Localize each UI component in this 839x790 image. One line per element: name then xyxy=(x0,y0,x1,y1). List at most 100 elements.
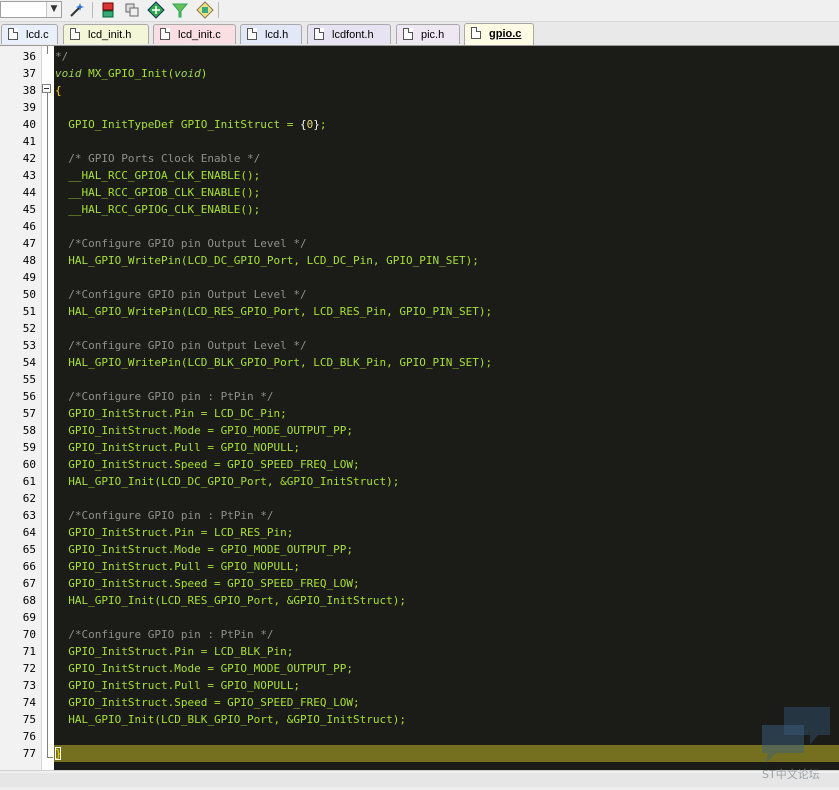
code-line[interactable]: 43 __HAL_RCC_GPIOA_CLK_ENABLE(); xyxy=(0,167,839,184)
target-combo[interactable]: ▼ xyxy=(0,1,62,18)
code-text[interactable]: */ xyxy=(55,48,68,65)
code-text[interactable]: /*Configure GPIO pin : PtPin */ xyxy=(55,626,273,643)
code-text[interactable]: __HAL_RCC_GPIOB_CLK_ENABLE(); xyxy=(55,184,260,201)
code-text[interactable]: HAL_GPIO_WritePin(LCD_DC_GPIO_Port, LCD_… xyxy=(55,252,479,269)
code-line[interactable]: 44 __HAL_RCC_GPIOB_CLK_ENABLE(); xyxy=(0,184,839,201)
code-text[interactable]: GPIO_InitStruct.Pin = LCD_DC_Pin; xyxy=(55,405,287,422)
code-text[interactable]: GPIO_InitStruct.Pull = GPIO_NOPULL; xyxy=(55,439,300,456)
code-line[interactable]: 36 */ xyxy=(0,48,839,65)
line-number: 37 xyxy=(22,67,36,80)
tab-lcd-c[interactable]: lcd.c xyxy=(1,24,58,44)
code-line[interactable]: 59 GPIO_InitStruct.Pull = GPIO_NOPULL; xyxy=(0,439,839,456)
code-line[interactable]: 42 /* GPIO Ports Clock Enable */ xyxy=(0,150,839,167)
code-line[interactable]: 41 xyxy=(0,133,839,150)
code-line[interactable]: 68 HAL_GPIO_Init(LCD_RES_GPIO_Port, &GPI… xyxy=(0,592,839,609)
code-text[interactable]: GPIO_InitStruct.Pull = GPIO_NOPULL; xyxy=(55,677,300,694)
code-line[interactable]: 71 GPIO_InitStruct.Pin = LCD_BLK_Pin; xyxy=(0,643,839,660)
code-text[interactable]: GPIO_InitStruct.Speed = GPIO_SPEED_FREQ_… xyxy=(55,456,359,473)
code-text[interactable]: GPIO_InitTypeDef GPIO_InitStruct = {0}; xyxy=(55,116,326,133)
code-text[interactable]: GPIO_InitStruct.Mode = GPIO_MODE_OUTPUT_… xyxy=(55,660,353,677)
code-line[interactable]: 76 xyxy=(0,728,839,745)
code-line[interactable]: 52 xyxy=(0,320,839,337)
code-text[interactable]: HAL_GPIO_WritePin(LCD_RES_GPIO_Port, LCD… xyxy=(55,303,492,320)
tab-lcd-init-h[interactable]: lcd_init.h xyxy=(63,24,149,44)
code-line[interactable]: 66 GPIO_InitStruct.Pull = GPIO_NOPULL; xyxy=(0,558,839,575)
scrollbar-track[interactable] xyxy=(0,773,839,787)
code-text[interactable]: GPIO_InitStruct.Speed = GPIO_SPEED_FREQ_… xyxy=(55,575,359,592)
code-line[interactable]: 70 /*Configure GPIO pin : PtPin */ xyxy=(0,626,839,643)
code-line[interactable]: 55 xyxy=(0,371,839,388)
code-line[interactable]: 77} xyxy=(0,745,839,762)
horizontal-scrollbar[interactable] xyxy=(0,770,839,790)
code-text[interactable]: /*Configure GPIO pin Output Level */ xyxy=(55,286,306,303)
code-text[interactable]: } xyxy=(55,745,62,762)
code-text[interactable]: /*Configure GPIO pin Output Level */ xyxy=(55,235,306,252)
code-text[interactable]: GPIO_InitStruct.Speed = GPIO_SPEED_FREQ_… xyxy=(55,694,359,711)
code-line[interactable]: 37 void MX_GPIO_Init(void) xyxy=(0,65,839,82)
tab-lcd-h[interactable]: lcd.h xyxy=(240,24,302,44)
code-line[interactable]: 67 GPIO_InitStruct.Speed = GPIO_SPEED_FR… xyxy=(0,575,839,592)
code-line[interactable]: 57 GPIO_InitStruct.Pin = LCD_DC_Pin; xyxy=(0,405,839,422)
code-text[interactable]: GPIO_InitStruct.Mode = GPIO_MODE_OUTPUT_… xyxy=(55,422,353,439)
code-text[interactable]: void MX_GPIO_Init(void) xyxy=(55,65,207,82)
code-line[interactable]: 53 /*Configure GPIO pin Output Level */ xyxy=(0,337,839,354)
code-line[interactable]: 63 /*Configure GPIO pin : PtPin */ xyxy=(0,507,839,524)
code-line[interactable]: 46 xyxy=(0,218,839,235)
code-line[interactable]: 56 /*Configure GPIO pin : PtPin */ xyxy=(0,388,839,405)
code-text[interactable]: HAL_GPIO_Init(LCD_DC_GPIO_Port, &GPIO_In… xyxy=(55,473,399,490)
tab-lcd-init-c[interactable]: lcd_init.c xyxy=(153,24,236,44)
line-number: 65 xyxy=(22,543,36,556)
code-text[interactable]: /*Configure GPIO pin Output Level */ xyxy=(55,337,306,354)
code-line[interactable]: 54 HAL_GPIO_WritePin(LCD_BLK_GPIO_Port, … xyxy=(0,354,839,371)
code-line[interactable]: 61 HAL_GPIO_Init(LCD_DC_GPIO_Port, &GPIO… xyxy=(0,473,839,490)
code-line[interactable]: 47 /*Configure GPIO pin Output Level */ xyxy=(0,235,839,252)
code-text[interactable]: __HAL_RCC_GPIOG_CLK_ENABLE(); xyxy=(55,201,260,218)
code-text[interactable]: HAL_GPIO_Init(LCD_BLK_GPIO_Port, &GPIO_I… xyxy=(55,711,406,728)
code-text[interactable]: { xyxy=(55,82,62,99)
code-line[interactable]: 58 GPIO_InitStruct.Mode = GPIO_MODE_OUTP… xyxy=(0,422,839,439)
overlap-icon[interactable] xyxy=(123,1,141,19)
tab-label: lcd.h xyxy=(265,29,289,41)
code-line[interactable]: 50 /*Configure GPIO pin Output Level */ xyxy=(0,286,839,303)
code-editor[interactable]: 36 */ 37 void MX_GPIO_Init(void) 38 {39 40 GPI… xyxy=(0,46,839,770)
h-file-icon xyxy=(314,28,324,40)
code-line[interactable]: 48 HAL_GPIO_WritePin(LCD_DC_GPIO_Port, L… xyxy=(0,252,839,269)
line-number: 77 xyxy=(22,747,36,760)
code-line[interactable]: 45 __HAL_RCC_GPIOG_CLK_ENABLE(); xyxy=(0,201,839,218)
code-line[interactable]: 49 xyxy=(0,269,839,286)
code-line[interactable]: 51 HAL_GPIO_WritePin(LCD_RES_GPIO_Port, … xyxy=(0,303,839,320)
code-line[interactable]: 74 GPIO_InitStruct.Speed = GPIO_SPEED_FR… xyxy=(0,694,839,711)
code-text[interactable]: GPIO_InitStruct.Pin = LCD_RES_Pin; xyxy=(55,524,293,541)
funnel-icon[interactable] xyxy=(171,1,189,19)
code-text[interactable]: HAL_GPIO_WritePin(LCD_BLK_GPIO_Port, LCD… xyxy=(55,354,492,371)
code-text[interactable]: __HAL_RCC_GPIOA_CLK_ENABLE(); xyxy=(55,167,260,184)
code-line[interactable]: 72 GPIO_InitStruct.Mode = GPIO_MODE_OUTP… xyxy=(0,660,839,677)
code-line[interactable]: 69 xyxy=(0,609,839,626)
code-line[interactable]: 62 xyxy=(0,490,839,507)
tab-lcdfont-h[interactable]: lcdfont.h xyxy=(307,24,391,44)
code-line[interactable]: 40 GPIO_InitTypeDef GPIO_InitStruct = {0… xyxy=(0,116,839,133)
code-text[interactable]: GPIO_InitStruct.Pull = GPIO_NOPULL; xyxy=(55,558,300,575)
code-line[interactable]: 60 GPIO_InitStruct.Speed = GPIO_SPEED_FR… xyxy=(0,456,839,473)
diamond-green-icon[interactable] xyxy=(147,1,165,19)
manage-icon[interactable] xyxy=(196,1,214,19)
chevron-down-icon[interactable]: ▼ xyxy=(46,2,61,17)
c-file-icon xyxy=(471,27,481,39)
code-line[interactable]: 64 GPIO_InitStruct.Pin = LCD_RES_Pin; xyxy=(0,524,839,541)
code-text[interactable]: GPIO_InitStruct.Pin = LCD_BLK_Pin; xyxy=(55,643,293,660)
code-line[interactable]: 75 HAL_GPIO_Init(LCD_BLK_GPIO_Port, &GPI… xyxy=(0,711,839,728)
code-line[interactable]: 39 xyxy=(0,99,839,116)
tab-gpio-c[interactable]: gpio.c xyxy=(464,23,534,45)
code-text[interactable]: HAL_GPIO_Init(LCD_RES_GPIO_Port, &GPIO_I… xyxy=(55,592,406,609)
code-line[interactable]: 65 GPIO_InitStruct.Mode = GPIO_MODE_OUTP… xyxy=(0,541,839,558)
code-text[interactable]: /*Configure GPIO pin : PtPin */ xyxy=(55,507,273,524)
insert-icon[interactable] xyxy=(99,1,117,19)
wizard-icon[interactable] xyxy=(68,1,86,19)
code-text[interactable]: /*Configure GPIO pin : PtPin */ xyxy=(55,388,273,405)
tab-pic-h[interactable]: pic.h xyxy=(396,24,460,44)
line-number: 67 xyxy=(22,577,36,590)
code-text[interactable]: GPIO_InitStruct.Mode = GPIO_MODE_OUTPUT_… xyxy=(55,541,353,558)
code-line[interactable]: 38 { xyxy=(0,82,839,99)
code-line[interactable]: 73 GPIO_InitStruct.Pull = GPIO_NOPULL; xyxy=(0,677,839,694)
code-text[interactable]: /* GPIO Ports Clock Enable */ xyxy=(55,150,260,167)
